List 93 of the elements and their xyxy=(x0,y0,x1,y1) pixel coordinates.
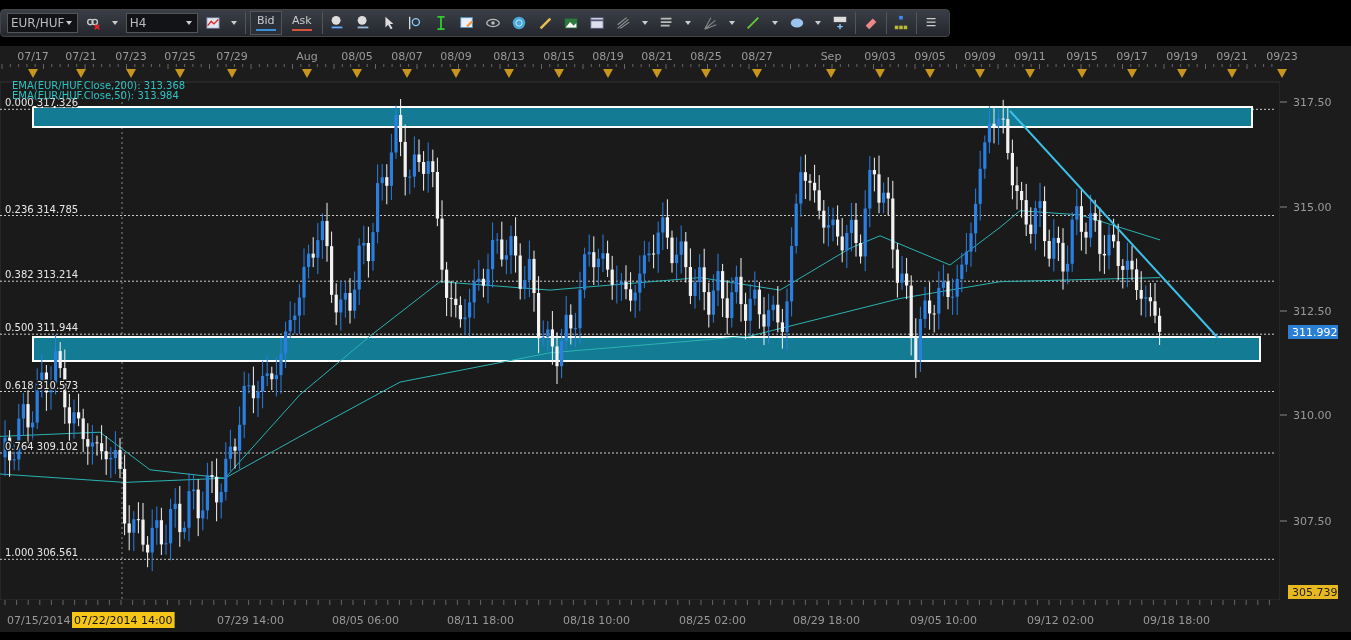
price-marker: 305.739 xyxy=(1288,585,1338,599)
time-label: 07/29 14:00 xyxy=(217,614,284,627)
marker-icon xyxy=(603,69,613,78)
caret-icon xyxy=(229,19,240,27)
marker-icon xyxy=(352,69,362,78)
indicator-legend: EMA(EUR/HUF.Close,200): 313.368 xyxy=(12,80,186,91)
time-label: 09/05 10:00 xyxy=(910,614,977,627)
date-label: 07/25 xyxy=(164,50,196,63)
price-label: 310.00 xyxy=(1293,409,1332,422)
marker-icon xyxy=(554,69,564,78)
caret-icon xyxy=(110,19,121,27)
time-label: 08/29 18:00 xyxy=(793,614,860,627)
date-label: 08/13 xyxy=(493,50,525,63)
time-label: 07/22/2014 14:00 xyxy=(72,612,175,628)
symbol-dropdown[interactable]: EUR/HUF xyxy=(7,13,79,33)
date-label: 09/11 xyxy=(1014,50,1046,63)
price-label: 312.50 xyxy=(1293,305,1332,318)
date-label: 08/25 xyxy=(690,50,722,63)
caret-icon xyxy=(640,19,651,27)
marker-icon xyxy=(1227,69,1237,78)
date-label: 09/17 xyxy=(1116,50,1148,63)
marker-icon xyxy=(126,69,136,78)
fibonacci-label: 0.382 313.214 xyxy=(5,269,79,281)
marker-icon xyxy=(975,69,985,78)
add-text-icon xyxy=(831,14,848,32)
fibonacci-label: 0.236 314.785 xyxy=(5,203,79,215)
marker-icon xyxy=(1025,69,1035,78)
caret-icon xyxy=(183,19,194,27)
date-label: 07/23 xyxy=(115,50,147,63)
caret-icon xyxy=(726,19,737,27)
date-label: 08/05 xyxy=(341,50,373,63)
hierarchy-icon xyxy=(893,14,910,32)
fibonacci-label: 1.000 306.561 xyxy=(5,547,79,559)
date-label: 09/09 xyxy=(964,50,996,63)
marker-icon xyxy=(504,69,514,78)
quote-tab[interactable]: Ask xyxy=(285,11,318,35)
caret-icon xyxy=(683,19,694,27)
marker-icon xyxy=(875,69,885,78)
marker-icon xyxy=(826,69,836,78)
marker-icon xyxy=(701,69,711,78)
date-label: 09/21 xyxy=(1216,50,1248,63)
date-label: 09/05 xyxy=(914,50,946,63)
caret-icon xyxy=(813,19,824,27)
timeframe-dropdown[interactable]: H4 xyxy=(125,13,198,33)
date-label: 07/21 xyxy=(65,50,97,63)
marker-icon xyxy=(752,69,762,78)
time-label: 07/15/2014 xyxy=(7,614,71,627)
price-marker: 311.992 xyxy=(1288,325,1338,339)
marker-icon xyxy=(1177,69,1187,78)
date-label: Sep xyxy=(820,50,842,63)
marker-icon xyxy=(76,69,86,78)
date-label: 08/15 xyxy=(543,50,575,63)
marker-icon xyxy=(652,69,662,78)
date-label: 08/07 xyxy=(391,50,423,63)
price-label: 307.50 xyxy=(1293,515,1332,528)
marker-icon xyxy=(1077,69,1087,78)
marker-icon xyxy=(28,69,38,78)
marker-icon xyxy=(1127,69,1137,78)
date-label: 07/29 xyxy=(216,50,248,63)
line-tool-icon xyxy=(745,14,762,32)
time-label: 09/12 02:00 xyxy=(1027,614,1094,627)
time-label: 08/05 06:00 xyxy=(332,614,399,627)
fibonacci-label: 0.500 311.944 xyxy=(5,322,79,334)
chart-type-icon xyxy=(204,14,221,32)
date-label: 09/15 xyxy=(1066,50,1098,63)
caret-icon xyxy=(64,19,75,27)
marker-icon xyxy=(302,69,312,78)
marker-icon xyxy=(402,69,412,78)
caret-icon xyxy=(769,19,780,27)
marker-icon xyxy=(227,69,237,78)
date-label: 09/03 xyxy=(864,50,896,63)
date-label: 08/19 xyxy=(592,50,624,63)
date-label: Aug xyxy=(296,50,318,63)
quote-tab[interactable]: Bid xyxy=(249,11,282,35)
time-label: 09/18 18:00 xyxy=(1143,614,1210,627)
price-label: 317.50 xyxy=(1293,96,1332,109)
fan-lines-icon xyxy=(702,14,718,32)
window-icon xyxy=(589,14,606,32)
date-label: 08/27 xyxy=(741,50,773,63)
time-label: 08/18 10:00 xyxy=(563,614,630,627)
marker-icon xyxy=(925,69,935,78)
date-label: 09/23 xyxy=(1266,50,1298,63)
date-label: 09/19 xyxy=(1166,50,1198,63)
time-label: 08/25 02:00 xyxy=(679,614,746,627)
date-label: 07/17 xyxy=(17,50,49,63)
globe-icon xyxy=(511,14,528,32)
marker-icon xyxy=(175,69,185,78)
marker-icon xyxy=(451,69,461,78)
date-label: 08/21 xyxy=(641,50,673,63)
price-label: 315.00 xyxy=(1293,201,1332,214)
marker-icon xyxy=(1277,69,1287,78)
time-label: 08/11 18:00 xyxy=(447,614,514,627)
date-label: 08/09 xyxy=(440,50,472,63)
